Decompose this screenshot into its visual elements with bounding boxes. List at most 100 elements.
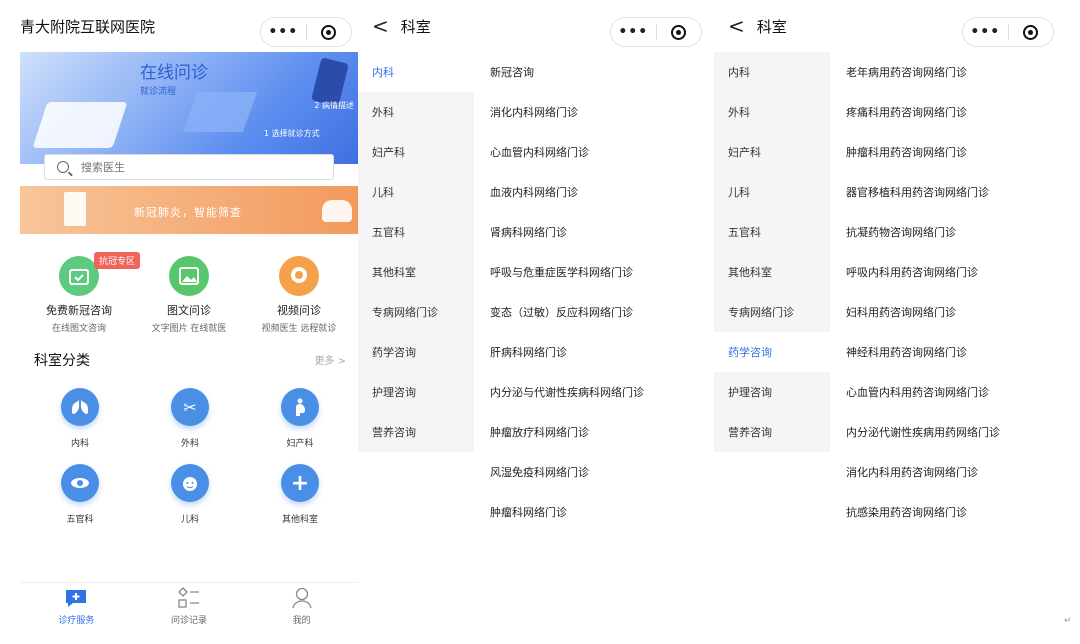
department-label: 妇产科 [286, 439, 314, 449]
online-consult-banner[interactable]: 在线问诊 就诊流程 2 病情描述 1 选择就诊方式 [20, 52, 358, 164]
subdepartment-item[interactable]: 妇科用药咨询网络门诊 [846, 292, 1000, 332]
category-item[interactable]: 外科 [358, 92, 474, 132]
category-item[interactable]: 五官科 [714, 212, 830, 252]
subdepartment-item[interactable]: 老年病用药咨询网络门诊 [846, 52, 1000, 92]
tab-consult-records[interactable]: 问诊记录 [133, 583, 246, 631]
category-item[interactable]: 药学咨询 [358, 332, 474, 372]
subdepartment-item[interactable]: 内分泌代谢性疾病用药网络门诊 [846, 412, 1000, 452]
subdepartment-item[interactable]: 风湿免疫科网络门诊 [490, 452, 644, 492]
pregnant-icon [281, 388, 319, 426]
department-header: < 科室 ••• [358, 0, 714, 52]
subdepartment-item[interactable]: 抗感染用药咨询网络门诊 [846, 492, 1000, 532]
service-text-consult[interactable]: 图文问诊 文字图片 在线就医 [134, 256, 244, 334]
service-subtitle: 在线图文咨询 [51, 324, 106, 334]
mini-program-capsule: ••• [260, 17, 352, 47]
category-item[interactable]: 妇产科 [358, 132, 474, 172]
eye-icon [61, 464, 99, 502]
home-header: 青大附院互联网医院 ••• [20, 0, 358, 52]
category-item[interactable]: 护理咨询 [714, 372, 830, 412]
category-item[interactable]: 其他科室 [358, 252, 474, 292]
promo-text: 新冠肺炎，智能筛查 [134, 206, 242, 219]
subdepartment-item[interactable]: 血液内科网络门诊 [490, 172, 644, 212]
user-icon [245, 587, 358, 609]
close-button[interactable] [307, 24, 352, 40]
subdepartment-item[interactable]: 抗凝药物咨询网络门诊 [846, 212, 1000, 252]
subdepartment-item[interactable]: 疼痛科用药咨询网络门诊 [846, 92, 1000, 132]
subdepartment-item[interactable]: 呼吸内科用药咨询网络门诊 [846, 252, 1000, 292]
banner-subtitle: 就诊流程 [140, 87, 177, 97]
tab-my-profile[interactable]: 我的 [245, 583, 358, 631]
category-item[interactable]: 其他科室 [714, 252, 830, 292]
subdepartment-item[interactable]: 消化内科网络门诊 [490, 92, 644, 132]
department-label: 儿科 [180, 515, 199, 525]
category-item[interactable]: 专病网络门诊 [358, 292, 474, 332]
category-sidebar: 内科 外科 妇产科 儿科 五官科 其他科室 专病网络门诊 药学咨询 护理咨询 营养咨询 [358, 52, 474, 452]
subdepartment-item[interactable]: 心血管内科网络门诊 [490, 132, 644, 172]
department-ent[interactable]: 五官科 [40, 464, 120, 525]
category-item[interactable]: 五官科 [358, 212, 474, 252]
category-item[interactable]: 营养咨询 [714, 412, 830, 452]
list-icon [133, 587, 246, 609]
department-pediatrics[interactable]: 儿科 [150, 464, 230, 525]
mini-program-capsule: ••• [962, 17, 1054, 47]
more-link[interactable]: 更多 > [314, 352, 346, 367]
subdepartment-item[interactable]: 肿瘤科网络门诊 [490, 492, 644, 532]
department-pane-pharmacy: < 科室 ••• 内科 外科 妇产科 儿科 五官科 其他科室 专病网络门诊 药学咨询 护理咨询营… [714, 0, 1062, 644]
department-other[interactable]: + 其他科室 [260, 464, 340, 525]
plus-icon: + [281, 464, 319, 502]
close-button[interactable] [657, 24, 702, 40]
covid-screening-banner[interactable]: 新冠肺炎，智能筛查 [20, 186, 358, 234]
camera-icon [279, 256, 319, 296]
subdepartment-item[interactable]: 神经科用药咨询网络门诊 [846, 332, 1000, 372]
category-sidebar: 内科 外科 妇产科 儿科 五官科 其他科室 专病网络门诊 药学咨询 护理咨询 营养咨询 [714, 52, 830, 452]
banner-title: 在线问诊 [140, 63, 208, 83]
subdepartment-item[interactable]: 内分泌与代谢性疾病科网络门诊 [490, 372, 644, 412]
subdepartment-item[interactable]: 肿瘤放疗科网络门诊 [490, 412, 644, 452]
section-title: 科室分类 [34, 353, 90, 369]
category-item[interactable]: 药学咨询 [714, 332, 830, 372]
more-menu-button[interactable]: ••• [261, 24, 306, 40]
category-item[interactable]: 妇产科 [714, 132, 830, 172]
category-item[interactable]: 护理咨询 [358, 372, 474, 412]
subdepartment-item[interactable]: 器官移植科用药咨询网络门诊 [846, 172, 1000, 212]
subdepartment-item[interactable]: 肿瘤科用药咨询网络门诊 [846, 132, 1000, 172]
department-internal[interactable]: 内科 [40, 388, 120, 449]
banner-illustration [182, 92, 258, 132]
subdepartment-list: 老年病用药咨询网络门诊 疼痛科用药咨询网络门诊 肿瘤科用药咨询网络门诊 器官移植科用药… [846, 52, 1000, 532]
category-item[interactable]: 营养咨询 [358, 412, 474, 452]
service-subtitle: 文字图片 在线就医 [151, 324, 227, 334]
service-video-consult[interactable]: 视频问诊 视频医生 远程就诊 [244, 256, 354, 334]
department-surgery[interactable]: ✂ 外科 [150, 388, 230, 449]
subdepartment-item[interactable]: 心血管内科用药咨询网络门诊 [846, 372, 1000, 412]
doctor-search-bar[interactable] [44, 154, 334, 180]
category-item[interactable]: 专病网络门诊 [714, 292, 830, 332]
back-arrow-icon[interactable]: < [372, 16, 389, 36]
banner-illustration [32, 102, 128, 148]
close-button[interactable] [1009, 24, 1054, 40]
search-input[interactable] [79, 159, 303, 175]
more-menu-button[interactable]: ••• [963, 24, 1008, 40]
tab-medical-services[interactable]: 诊疗服务 [20, 583, 133, 631]
subdepartment-item[interactable]: 肾病科网络门诊 [490, 212, 644, 252]
hand-tap-illustration [322, 200, 352, 222]
department-label: 外科 [180, 439, 199, 449]
subdepartment-item[interactable]: 肝病科网络门诊 [490, 332, 644, 372]
document-illustration [64, 192, 86, 226]
category-item[interactable]: 内科 [714, 52, 830, 92]
department-obgyn[interactable]: 妇产科 [260, 388, 340, 449]
more-menu-button[interactable]: ••• [611, 24, 656, 40]
subdepartment-item[interactable]: 呼吸与危重症医学科网络门诊 [490, 252, 644, 292]
subdepartment-item[interactable]: 消化内科用药咨询网络门诊 [846, 452, 1000, 492]
search-icon [57, 161, 69, 173]
subdepartment-item[interactable]: 新冠咨询 [490, 52, 644, 92]
category-item[interactable]: 内科 [358, 52, 474, 92]
mini-program-capsule: ••• [610, 17, 702, 47]
category-item[interactable]: 儿科 [714, 172, 830, 212]
category-item[interactable]: 外科 [714, 92, 830, 132]
target-icon [671, 24, 687, 40]
lungs-icon [61, 388, 99, 426]
category-item[interactable]: 儿科 [358, 172, 474, 212]
subdepartment-item[interactable]: 变态（过敏）反应科网络门诊 [490, 292, 644, 332]
back-arrow-icon[interactable]: < [728, 16, 745, 36]
tab-label: 诊疗服务 [58, 616, 95, 626]
